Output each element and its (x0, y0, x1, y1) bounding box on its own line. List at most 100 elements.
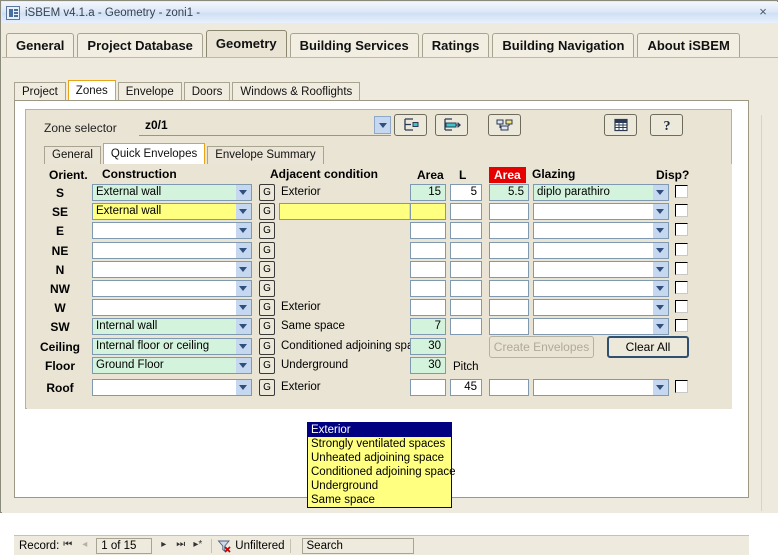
dropdown-option[interactable]: Same space (308, 493, 451, 507)
adjacent-condition-value[interactable]: Same space (281, 320, 426, 332)
construction-combo[interactable] (92, 242, 252, 259)
chevron-down-icon[interactable] (236, 281, 251, 296)
display-checkbox[interactable] (675, 243, 688, 256)
length-input[interactable]: 5 (450, 184, 482, 201)
expand-tree-button[interactable] (435, 114, 468, 136)
chevron-down-icon[interactable] (236, 185, 251, 200)
length-input[interactable] (450, 299, 482, 316)
clear-all-button[interactable]: Clear All (607, 336, 689, 358)
chevron-down-icon[interactable] (374, 116, 391, 134)
area-input[interactable]: 30 (410, 357, 446, 374)
chevron-down-icon[interactable] (653, 185, 668, 200)
inner-tab-general[interactable]: General (44, 146, 101, 164)
adjacent-condition-value[interactable]: Underground (281, 359, 426, 371)
roof-construction-combo[interactable] (92, 379, 252, 396)
zone-selector-combo[interactable]: z0/1 (139, 116, 391, 136)
chevron-down-icon[interactable] (236, 223, 251, 238)
display-checkbox[interactable] (675, 204, 688, 217)
create-envelopes-button[interactable]: Create Envelopes (489, 336, 594, 358)
geometry-g-button[interactable]: G (259, 338, 275, 355)
glazed-area-input[interactable] (489, 203, 529, 220)
roof-area-input[interactable] (410, 379, 446, 396)
construction-combo[interactable]: Internal floor or ceiling (92, 338, 252, 355)
main-tab-about-isbem[interactable]: About iSBEM (637, 33, 740, 57)
inner-tab-quick-envelopes[interactable]: Quick Envelopes (102, 143, 206, 164)
area-input[interactable] (410, 242, 446, 259)
glazed-area-input[interactable] (489, 261, 529, 278)
construction-combo[interactable] (92, 280, 252, 297)
area-input[interactable] (410, 222, 446, 239)
glazed-area-input[interactable]: 5.5 (489, 184, 529, 201)
adjacent-condition-combo[interactable] (279, 203, 425, 220)
adjacent-condition-value[interactable]: Exterior (281, 186, 426, 198)
length-input[interactable] (450, 222, 482, 239)
glazed-area-input[interactable] (489, 280, 529, 297)
sub-tab-windows-rooflights[interactable]: Windows & Rooflights (232, 82, 361, 101)
geometry-g-button[interactable]: G (259, 261, 275, 278)
display-checkbox[interactable] (675, 300, 688, 313)
glazing-combo[interactable] (533, 280, 669, 297)
main-tab-building-services[interactable]: Building Services (289, 33, 419, 57)
glazing-combo[interactable] (533, 242, 669, 259)
chevron-down-icon[interactable] (653, 223, 668, 238)
main-tab-project-database[interactable]: Project Database (77, 33, 203, 57)
sub-tab-zones[interactable]: Zones (67, 80, 116, 101)
glazed-area-input[interactable] (489, 318, 529, 335)
previous-record-button[interactable]: ◂ (76, 537, 93, 554)
chevron-down-icon[interactable] (653, 319, 668, 334)
chevron-down-icon[interactable] (653, 281, 668, 296)
display-checkbox[interactable] (675, 185, 688, 198)
main-tab-general[interactable]: General (6, 33, 75, 57)
vertical-scrollbar[interactable] (761, 115, 776, 511)
search-input[interactable]: Search (301, 537, 414, 554)
chevron-down-icon[interactable] (236, 380, 251, 395)
geometry-g-button[interactable]: G (259, 203, 275, 220)
adjacent-condition-dropdown-list[interactable]: Exterior Strongly ventilated spaces Unheat… (307, 422, 456, 508)
sub-tab-envelope[interactable]: Envelope (117, 82, 182, 101)
glazed-area-input[interactable] (489, 222, 529, 239)
length-input[interactable] (450, 242, 482, 259)
chevron-down-icon[interactable] (236, 319, 251, 334)
table-view-button[interactable] (604, 114, 637, 136)
construction-combo[interactable]: External wall (92, 203, 252, 220)
chevron-down-icon[interactable] (236, 243, 251, 258)
geometry-g-button[interactable]: G (259, 280, 275, 297)
last-record-button[interactable]: ⏭ (172, 537, 189, 554)
area-input[interactable] (410, 299, 446, 316)
main-tab-building-navigation[interactable]: Building Navigation (492, 33, 635, 57)
display-checkbox[interactable] (675, 262, 688, 275)
area-input[interactable]: 15 (410, 184, 446, 201)
display-checkbox[interactable] (675, 223, 688, 236)
dropdown-option[interactable]: Exterior (308, 423, 451, 437)
roof-adjacent-condition-value[interactable]: Exterior (281, 381, 426, 393)
collapse-tree-button[interactable] (394, 114, 427, 136)
area-input[interactable] (410, 203, 446, 220)
duplicate-zone-button[interactable] (488, 114, 521, 136)
sub-tab-project[interactable]: Project (14, 82, 66, 101)
sub-tab-doors[interactable]: Doors (183, 82, 231, 101)
glazing-combo[interactable]: diplo parathiro (533, 184, 669, 201)
area-input[interactable] (410, 261, 446, 278)
chevron-down-icon[interactable] (236, 358, 251, 373)
display-checkbox[interactable] (675, 281, 688, 294)
length-input[interactable] (450, 261, 482, 278)
main-tab-geometry[interactable]: Geometry (205, 30, 287, 57)
geometry-g-button[interactable]: G (259, 242, 275, 259)
construction-combo[interactable] (92, 222, 252, 239)
glazing-combo[interactable] (533, 261, 669, 278)
inner-tab-envelope-summary[interactable]: Envelope Summary (207, 146, 324, 164)
glazed-area-input[interactable] (489, 299, 529, 316)
adjacent-condition-value[interactable]: Conditioned adjoining spac (281, 340, 426, 352)
geometry-g-button[interactable]: G (259, 357, 275, 374)
glazing-combo[interactable] (533, 203, 669, 220)
dropdown-option[interactable]: Unheated adjoining space (308, 451, 451, 465)
main-tab-ratings[interactable]: Ratings (421, 33, 490, 57)
geometry-g-button[interactable]: G (259, 299, 275, 316)
dropdown-option[interactable]: Conditioned adjoining space (308, 465, 456, 479)
record-position-input[interactable]: 1 of 15 (96, 537, 153, 554)
dropdown-option[interactable]: Strongly ventilated spaces (308, 437, 451, 451)
first-record-button[interactable]: ⏮ (59, 537, 76, 554)
help-button[interactable]: ? (650, 114, 683, 136)
geometry-g-button[interactable]: G (259, 184, 275, 201)
construction-combo[interactable]: Ground Floor (92, 357, 252, 374)
